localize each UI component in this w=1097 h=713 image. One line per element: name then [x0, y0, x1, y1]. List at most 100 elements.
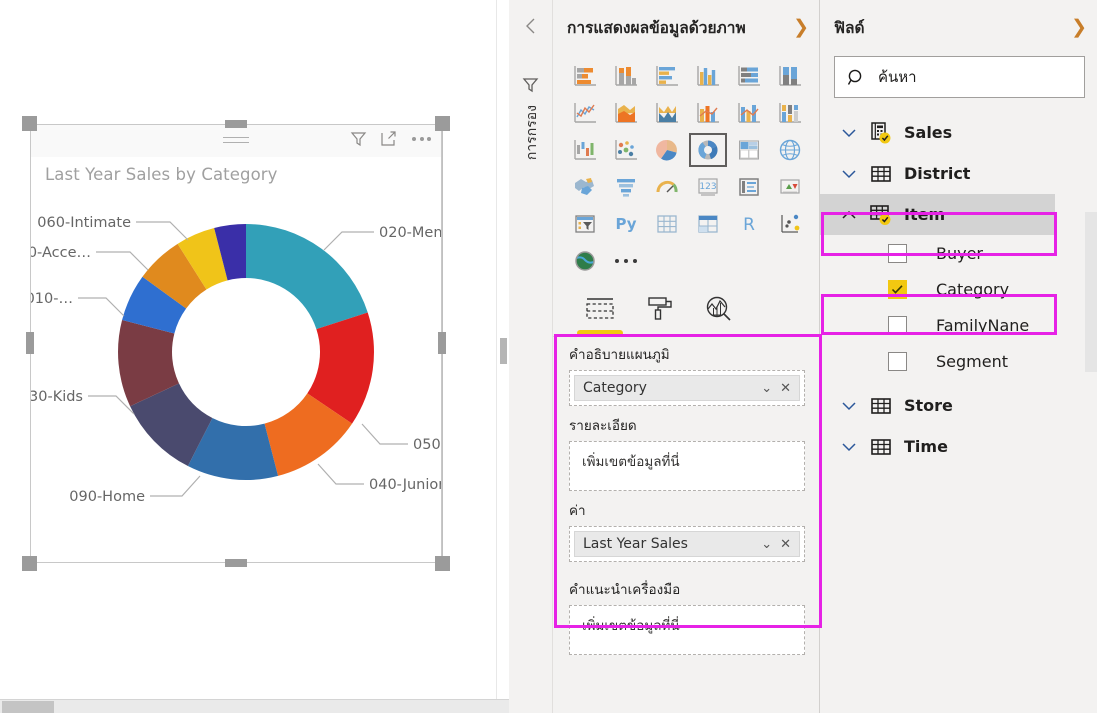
field-buyer[interactable]: Buyer: [820, 235, 1097, 271]
remove-icon[interactable]: ✕: [778, 382, 793, 395]
fields-tree[interactable]: Sales District Item Buyer Category Famil…: [820, 98, 1097, 467]
visual-header-icons[interactable]: [350, 130, 433, 147]
matrix-icon[interactable]: [688, 206, 728, 242]
chevron-down-icon[interactable]: ⌄: [759, 538, 774, 551]
chevron-down-icon[interactable]: ⌄: [759, 382, 774, 395]
ribbon-chart-icon[interactable]: [770, 95, 810, 131]
resize-handle-middle-right[interactable]: [438, 332, 446, 354]
line-and-stacked-column-chart-icon[interactable]: [688, 95, 728, 131]
fields-search-wrap[interactable]: ค้นหา: [820, 54, 1097, 98]
search-input[interactable]: ค้นหา: [834, 56, 1085, 98]
tab-analytics[interactable]: [703, 295, 735, 336]
resize-handle-top-right[interactable]: [435, 116, 450, 131]
values-well-group[interactable]: ค่า Last Year Sales ⌄ ✕: [553, 493, 819, 564]
filters-pane-collapsed[interactable]: การกรอง: [509, 0, 553, 713]
canvas-horizontal-scroll-thumb[interactable]: [2, 701, 54, 713]
canvas-vertical-scroll-thumb[interactable]: [500, 338, 507, 364]
kpi-icon[interactable]: [770, 169, 810, 205]
resize-handle-middle-left[interactable]: [26, 332, 34, 354]
card-icon[interactable]: 123: [688, 169, 728, 205]
scatter-chart-icon[interactable]: [606, 132, 646, 168]
field-segment[interactable]: Segment: [820, 343, 1097, 379]
donut-chart-icon[interactable]: [688, 132, 728, 168]
filter-pane-icon[interactable]: [521, 75, 541, 95]
key-influencers-icon[interactable]: [770, 206, 810, 242]
fields-pane[interactable]: ฟิลด์ ❯ ค้นหา Sales District Item Buyer …: [820, 0, 1097, 713]
more-options-icon[interactable]: [410, 136, 433, 141]
drag-grip-icon[interactable]: [223, 137, 249, 144]
report-canvas[interactable]: Last Year Sales by Category 020-Men 050 …: [0, 0, 509, 713]
fields-table-item[interactable]: Item: [820, 194, 1055, 235]
tab-format[interactable]: [645, 295, 675, 336]
100-stacked-bar-chart-icon[interactable]: [729, 58, 769, 94]
slice-020-mens[interactable]: [246, 223, 368, 330]
fields-table-time[interactable]: Time: [820, 426, 1097, 467]
stacked-area-chart-icon[interactable]: [647, 95, 687, 131]
visual-header[interactable]: [31, 125, 441, 157]
donut-visual-container[interactable]: Last Year Sales by Category 020-Men 050 …: [22, 116, 450, 571]
field-familynane[interactable]: FamilyNane: [820, 307, 1097, 343]
field-checkbox[interactable]: [888, 351, 907, 371]
values-well-drop[interactable]: Last Year Sales ⌄ ✕: [569, 526, 805, 562]
focus-mode-icon[interactable]: [380, 130, 397, 147]
get-more-visuals-icon[interactable]: [606, 243, 646, 279]
chevron-down-icon[interactable]: [834, 400, 864, 412]
canvas-vertical-scrollbar[interactable]: [496, 0, 509, 699]
python-visual-icon[interactable]: Py: [606, 206, 646, 242]
visualizations-pane[interactable]: การแสดงผลข้อมูลด้วยภาพ ❯ 123 Py R คำอธิบ…: [553, 0, 822, 713]
clustered-bar-chart-icon[interactable]: [647, 58, 687, 94]
field-wells[interactable]: คำอธิบายแผนภูมิ Category ⌄ ✕ รายละเอียด …: [553, 337, 819, 657]
chevron-down-icon[interactable]: [834, 127, 864, 139]
resize-handle-bottom-right[interactable]: [435, 556, 450, 571]
values-field-chip[interactable]: Last Year Sales ⌄ ✕: [574, 531, 800, 557]
resize-handle-bottom-center[interactable]: [225, 559, 247, 567]
map-icon[interactable]: [770, 132, 810, 168]
resize-handle-top-center[interactable]: [225, 120, 247, 128]
resize-handle-bottom-left[interactable]: [22, 556, 37, 571]
waterfall-chart-icon[interactable]: [565, 132, 605, 168]
legend-well-drop[interactable]: Category ⌄ ✕: [569, 370, 805, 406]
visual-type-gallery[interactable]: 123 Py R: [553, 54, 819, 285]
slicer-icon[interactable]: [565, 206, 605, 242]
pie-chart-icon[interactable]: [647, 132, 687, 168]
gauge-icon[interactable]: [647, 169, 687, 205]
100-stacked-column-chart-icon[interactable]: [770, 58, 810, 94]
visual-type-grid[interactable]: 123 Py R: [565, 58, 811, 279]
fields-pane-scrollbar[interactable]: [1085, 212, 1097, 372]
field-category[interactable]: Category: [820, 271, 1097, 307]
tooltips-well-group[interactable]: คำแนะนำเครื่องมือ เพิ่มเขตข้อมูลที่นี่: [553, 564, 819, 657]
details-well-drop[interactable]: เพิ่มเขตข้อมูลที่นี่: [569, 441, 805, 491]
filters-collapse-button[interactable]: [517, 12, 545, 40]
filled-map-icon[interactable]: [565, 169, 605, 205]
legend-field-chip[interactable]: Category ⌄ ✕: [574, 375, 800, 401]
stacked-column-chart-icon[interactable]: [606, 58, 646, 94]
chevron-down-icon[interactable]: [834, 168, 864, 180]
field-checkbox[interactable]: [888, 315, 907, 335]
area-chart-icon[interactable]: [606, 95, 646, 131]
treemap-icon[interactable]: [729, 132, 769, 168]
field-checkbox[interactable]: [888, 279, 907, 299]
funnel-icon[interactable]: [606, 169, 646, 205]
multi-row-card-icon[interactable]: [729, 169, 769, 205]
remove-icon[interactable]: ✕: [778, 538, 793, 551]
filter-icon[interactable]: [350, 130, 367, 147]
details-well-group[interactable]: รายละเอียด เพิ่มเขตข้อมูลที่นี่: [553, 408, 819, 493]
clustered-column-chart-icon[interactable]: [688, 58, 728, 94]
resize-handle-top-left[interactable]: [22, 116, 37, 131]
chevron-right-icon[interactable]: ❯: [1071, 17, 1087, 37]
arcgis-maps-icon[interactable]: [565, 243, 605, 279]
line-and-clustered-column-chart-icon[interactable]: [729, 95, 769, 131]
fields-table-sales[interactable]: Sales: [820, 112, 1097, 153]
chevron-down-icon[interactable]: [834, 441, 864, 453]
legend-well-group[interactable]: คำอธิบายแผนภูมิ Category ⌄ ✕: [553, 337, 819, 408]
visual-frame[interactable]: Last Year Sales by Category 020-Men 050 …: [30, 124, 442, 563]
fields-table-store[interactable]: Store: [820, 385, 1097, 426]
canvas-horizontal-scrollbar[interactable]: [0, 699, 509, 713]
chevron-up-icon[interactable]: [834, 209, 864, 221]
donut-chart[interactable]: 020-Mens 050-… 040-Juniors 090-Home 030-…: [31, 187, 441, 562]
table-icon[interactable]: [647, 206, 687, 242]
chevron-right-icon[interactable]: ❯: [793, 17, 809, 37]
fields-table-district[interactable]: District: [820, 153, 1097, 194]
tooltips-well-drop[interactable]: เพิ่มเขตข้อมูลที่นี่: [569, 605, 805, 655]
r-script-visual-icon[interactable]: R: [729, 206, 769, 242]
